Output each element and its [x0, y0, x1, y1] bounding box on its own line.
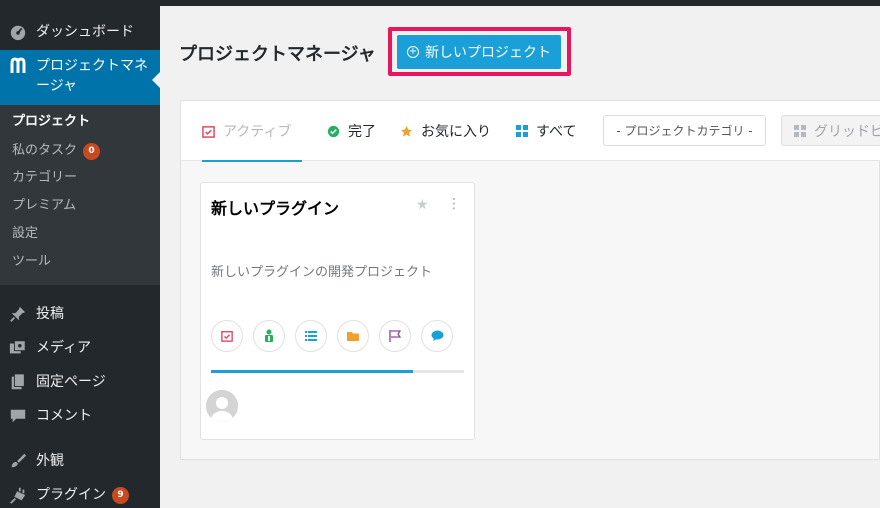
discussion-bubble-icon[interactable]	[421, 320, 453, 352]
check-circle-icon	[327, 125, 340, 138]
new-project-button[interactable]: + 新しいプロジェクト	[397, 35, 561, 69]
project-card: 新しいプラグイン ★ ⋮ 新しいプラグインの開発プロジェクト	[200, 182, 475, 440]
menu-posts[interactable]: 投稿	[0, 302, 160, 326]
comment-icon	[8, 406, 28, 426]
project-description: 新しいプラグインの開発プロジェクト	[211, 265, 433, 280]
task-list-icon[interactable]	[295, 320, 327, 352]
menu-media[interactable]: メディア	[0, 336, 160, 360]
calendar-check-icon	[202, 125, 215, 138]
favorite-star-icon[interactable]: ★	[416, 197, 429, 213]
submenu-tools[interactable]: ツール	[12, 253, 51, 271]
plus-circle-icon: +	[407, 46, 419, 58]
team-users-icon[interactable]	[253, 320, 285, 352]
tab-favorites[interactable]: お気に入り	[400, 101, 491, 161]
tab-active[interactable]: アクティブ	[202, 101, 303, 162]
admin-sidebar: ダッシュボード プロジェクトマネージャ プロジェクト 私のタスク 0 カテゴリー …	[0, 6, 160, 508]
menu-plugins[interactable]: プラグイン 9	[0, 483, 160, 507]
user-avatar[interactable]	[206, 390, 238, 422]
page-title: プロジェクトマネージャ	[179, 44, 376, 65]
menu-pages[interactable]: 固定ページ	[0, 370, 160, 394]
menu-comments[interactable]: コメント	[0, 404, 160, 428]
grid-icon	[516, 125, 528, 137]
tasks-calendar-icon[interactable]	[211, 320, 243, 352]
progress-fill	[211, 370, 414, 373]
pin-icon	[8, 304, 28, 324]
project-title[interactable]: 新しいプラグイン	[211, 195, 339, 219]
project-manager-logo-icon	[8, 56, 28, 76]
projects-panel: アクティブ 完了 お気に入り すべて - プロジェクトカテゴリ - グリッドビ	[180, 100, 880, 460]
star-icon	[400, 125, 413, 138]
submenu-premium[interactable]: プレミアム	[12, 197, 76, 215]
project-manager-submenu: プロジェクト 私のタスク 0 カテゴリー プレミアム 設定 ツール	[0, 105, 160, 285]
menu-dashboard[interactable]: ダッシュボード	[0, 20, 160, 44]
task-count-badge: 0	[83, 142, 101, 160]
submenu-categories[interactable]: カテゴリー	[12, 169, 77, 187]
plugin-update-badge: 9	[112, 486, 129, 504]
menu-appearance[interactable]: 外観	[0, 449, 160, 473]
project-category-select[interactable]: - プロジェクトカテゴリ -	[603, 115, 766, 146]
milestone-flag-icon[interactable]	[379, 320, 411, 352]
files-folder-icon[interactable]	[337, 320, 369, 352]
filter-tab-bar: アクティブ 完了 お気に入り すべて - プロジェクトカテゴリ - グリッドビ	[181, 101, 880, 162]
grid-view-icon	[794, 124, 806, 137]
project-action-icons	[211, 320, 463, 352]
grid-view-button[interactable]: グリッドビ	[781, 115, 880, 146]
menu-project-manager[interactable]: プロジェクトマネージャ	[0, 50, 160, 105]
media-icon	[8, 338, 28, 358]
submenu-projects[interactable]: プロジェクト	[12, 113, 90, 131]
pages-icon	[8, 372, 28, 392]
project-progress-bar	[211, 370, 464, 373]
tab-all[interactable]: すべて	[516, 101, 576, 161]
paintbrush-icon	[8, 451, 28, 471]
plugin-icon	[8, 485, 28, 505]
dashboard-gauge-icon	[8, 22, 28, 42]
more-options-icon[interactable]: ⋮	[447, 196, 461, 212]
submenu-settings[interactable]: 設定	[12, 225, 38, 243]
tab-completed[interactable]: 完了	[327, 101, 376, 161]
submenu-my-tasks[interactable]: 私のタスク 0	[12, 142, 101, 160]
